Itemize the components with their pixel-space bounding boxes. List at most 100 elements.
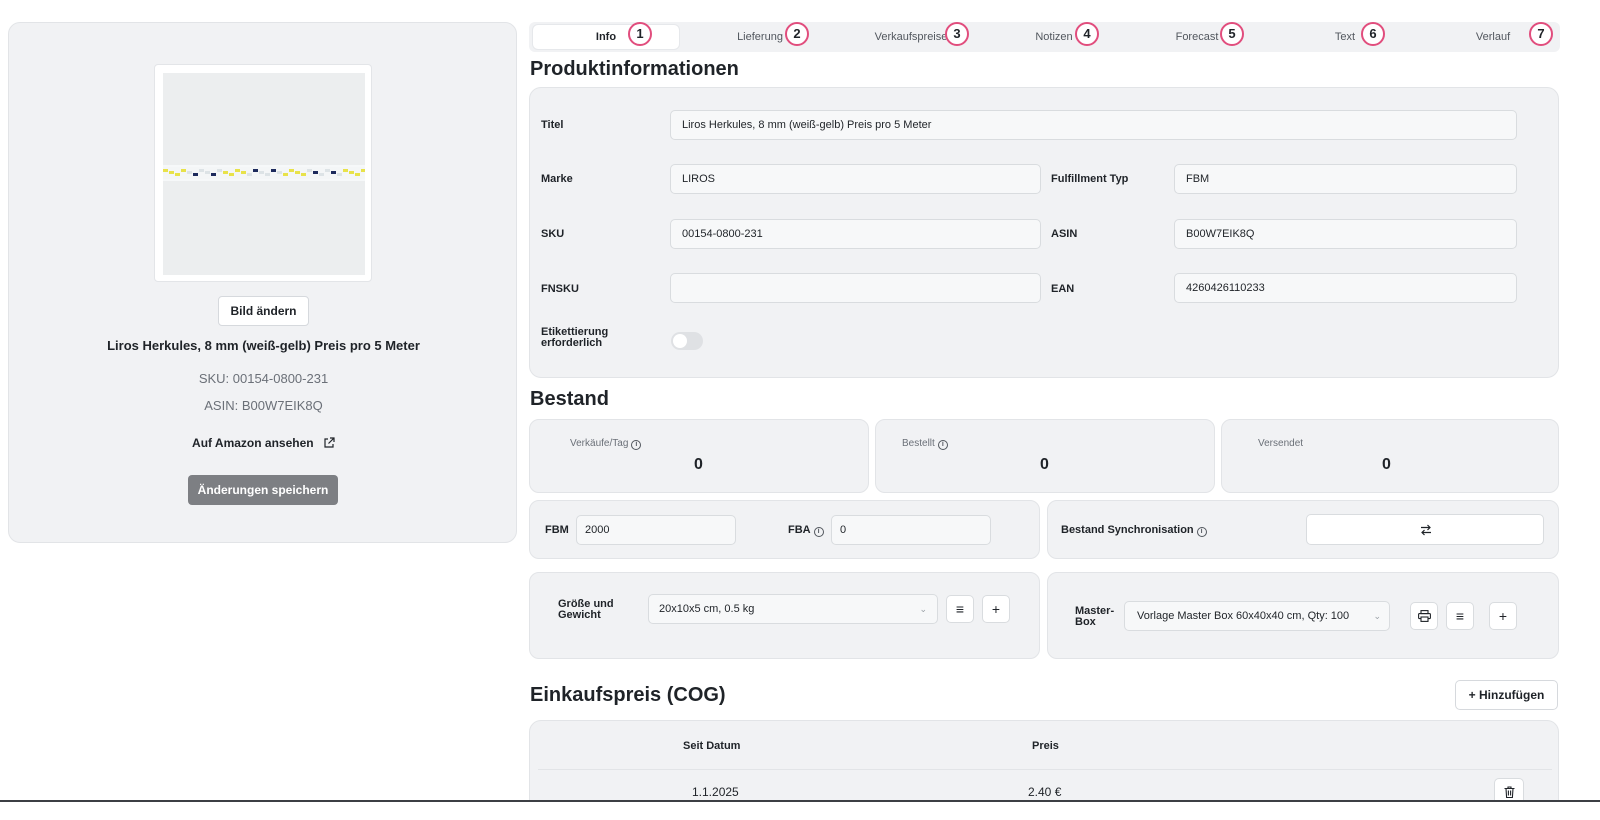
fba-label: FBA i (788, 524, 824, 537)
rope-strand (295, 171, 300, 174)
info-icon[interactable]: i (937, 440, 948, 450)
rope-strand (235, 169, 240, 172)
rope-strand (193, 173, 198, 176)
printer-icon (1417, 610, 1431, 622)
size-list-button[interactable]: ≡ (946, 595, 974, 623)
fbm-fba-card: FBM 2000 FBA i 0 (529, 500, 1040, 559)
rope-strand (217, 169, 222, 172)
rope-strand (223, 171, 228, 174)
rope-strand (331, 171, 336, 174)
asin-field[interactable]: B00W7EIK8Q (1174, 219, 1517, 249)
info-icon[interactable]: i (813, 527, 824, 537)
size-weight-value: 20x10x5 cm, 0.5 kg (659, 603, 755, 615)
tab-text[interactable]: Text 6 (1305, 22, 1385, 49)
fulfillment-type-field[interactable]: FBM (1174, 164, 1517, 194)
product-info-heading: Produktinformationen (530, 58, 739, 80)
save-changes-button[interactable]: Änderungen speichern (188, 475, 338, 505)
sku-field[interactable]: 00154-0800-231 (670, 219, 1041, 249)
product-asin: ASIN: B00W7EIK8Q (204, 398, 323, 413)
rope-strand (187, 171, 192, 174)
rope-strand (313, 171, 318, 174)
rope-strand (181, 169, 186, 172)
cog-row-date: 1.1.2025 (692, 785, 739, 799)
master-box-list-button[interactable]: ≡ (1446, 602, 1474, 630)
rope-strand (343, 169, 348, 172)
labeling-required-label: Etikettierung erforderlich (541, 327, 608, 349)
tab-notizen-label: Notizen (1035, 31, 1073, 43)
fnsku-label: FNSKU (541, 283, 579, 295)
add-cog-label: Hinzufügen (1479, 688, 1545, 702)
rope-strand (265, 173, 270, 176)
product-detail-page: Bild ändern Liros Herkules, 8 mm (weiß-g… (0, 0, 1600, 820)
fnsku-field[interactable] (670, 273, 1041, 303)
view-on-amazon-label: Auf Amazon ansehen (192, 436, 314, 450)
rope-strand (337, 173, 342, 176)
size-weight-card: Größe und Gewicht 20x10x5 cm, 0.5 kg ⌄ ≡… (529, 572, 1040, 659)
tab-forecast-badge: 5 (1220, 22, 1244, 46)
shipped-card: Versendet 0 (1221, 419, 1559, 493)
ordered-value: 0 (1040, 456, 1049, 473)
tab-text-badge: 6 (1361, 22, 1385, 46)
change-image-button[interactable]: Bild ändern (218, 296, 309, 326)
trash-icon (1504, 786, 1514, 799)
title-label: Titel (541, 119, 564, 131)
ean-label: EAN (1051, 283, 1075, 295)
rope-product-photo (163, 165, 365, 181)
tab-notizen[interactable]: Notizen 4 (1007, 22, 1101, 49)
size-weight-select[interactable]: 20x10x5 cm, 0.5 kg ⌄ (648, 594, 938, 624)
tab-lieferung[interactable]: Lieferung 2 (705, 22, 815, 49)
info-icon[interactable]: i (631, 440, 642, 450)
rope-strand (247, 173, 252, 176)
tab-verlauf[interactable]: Verlauf 7 (1449, 22, 1553, 49)
master-box-add-button[interactable]: + (1489, 602, 1517, 630)
rope-strand (211, 173, 216, 176)
tab-verlauf-badge: 7 (1529, 22, 1553, 46)
product-info-card: Titel Liros Herkules, 8 mm (weiß-gelb) P… (529, 87, 1559, 378)
stock-sync-card: Bestand Synchronisation i (1047, 500, 1559, 559)
external-link-icon (324, 437, 335, 448)
size-add-button[interactable]: + (982, 595, 1010, 623)
rope-strand (277, 171, 282, 174)
add-cog-button[interactable]: + Hinzufügen (1455, 680, 1558, 710)
tab-bar: Info 1 Lieferung 2 Verkaufspreise 3 Notizen… (529, 22, 1560, 52)
shipped-value: 0 (1382, 456, 1391, 473)
fbm-label: FBM (545, 524, 569, 536)
ordered-label: Bestellt i (902, 438, 948, 450)
product-summary-card: Bild ändern Liros Herkules, 8 mm (weiß-g… (8, 22, 517, 543)
product-image-frame (154, 64, 372, 282)
ean-field[interactable]: 4260426110233 (1174, 273, 1517, 303)
fulfillment-type-label: Fulfillment Typ (1051, 173, 1129, 185)
sales-per-day-value: 0 (694, 456, 703, 473)
rope-strand (175, 173, 180, 176)
rope-strand (199, 169, 204, 172)
master-box-print-button[interactable] (1410, 602, 1438, 630)
title-field[interactable]: Liros Herkules, 8 mm (weiß-gelb) Preis p… (670, 110, 1517, 140)
rope-strand (169, 171, 174, 174)
rope-strand (349, 171, 354, 174)
tab-info[interactable]: Info 1 (533, 22, 679, 49)
stock-heading: Bestand (530, 388, 609, 410)
rope-strand (307, 169, 312, 172)
fba-input[interactable]: 0 (831, 515, 991, 545)
tab-lieferung-badge: 2 (785, 22, 809, 46)
fbm-input[interactable]: 2000 (576, 515, 736, 545)
view-on-amazon-link[interactable]: Auf Amazon ansehen (9, 436, 518, 450)
master-box-value: Vorlage Master Box 60x40x40 cm, Qty: 100 (1137, 610, 1350, 622)
tab-info-label: Info (595, 31, 617, 43)
row-divider (538, 769, 1552, 770)
shipped-label: Versendet (1258, 438, 1304, 449)
labeling-label-line2: erforderlich (541, 337, 603, 349)
sku-label: SKU (541, 228, 565, 240)
tab-verkaufspreise[interactable]: Verkaufspreise 3 (849, 22, 973, 49)
brand-field[interactable]: LIROS (670, 164, 1041, 194)
info-icon[interactable]: i (1196, 527, 1207, 537)
tab-info-badge: 1 (628, 22, 652, 46)
labeling-required-toggle[interactable] (671, 332, 703, 350)
tab-text-label: Text (1334, 31, 1356, 43)
tab-forecast[interactable]: Forecast 5 (1149, 22, 1245, 49)
chevron-down-icon: ⌄ (1373, 611, 1381, 621)
asin-label: ASIN (1051, 228, 1078, 240)
plus-icon: + (1498, 608, 1508, 624)
master-box-select[interactable]: Vorlage Master Box 60x40x40 cm, Qty: 100… (1124, 601, 1390, 631)
stock-sync-button[interactable] (1306, 514, 1544, 545)
